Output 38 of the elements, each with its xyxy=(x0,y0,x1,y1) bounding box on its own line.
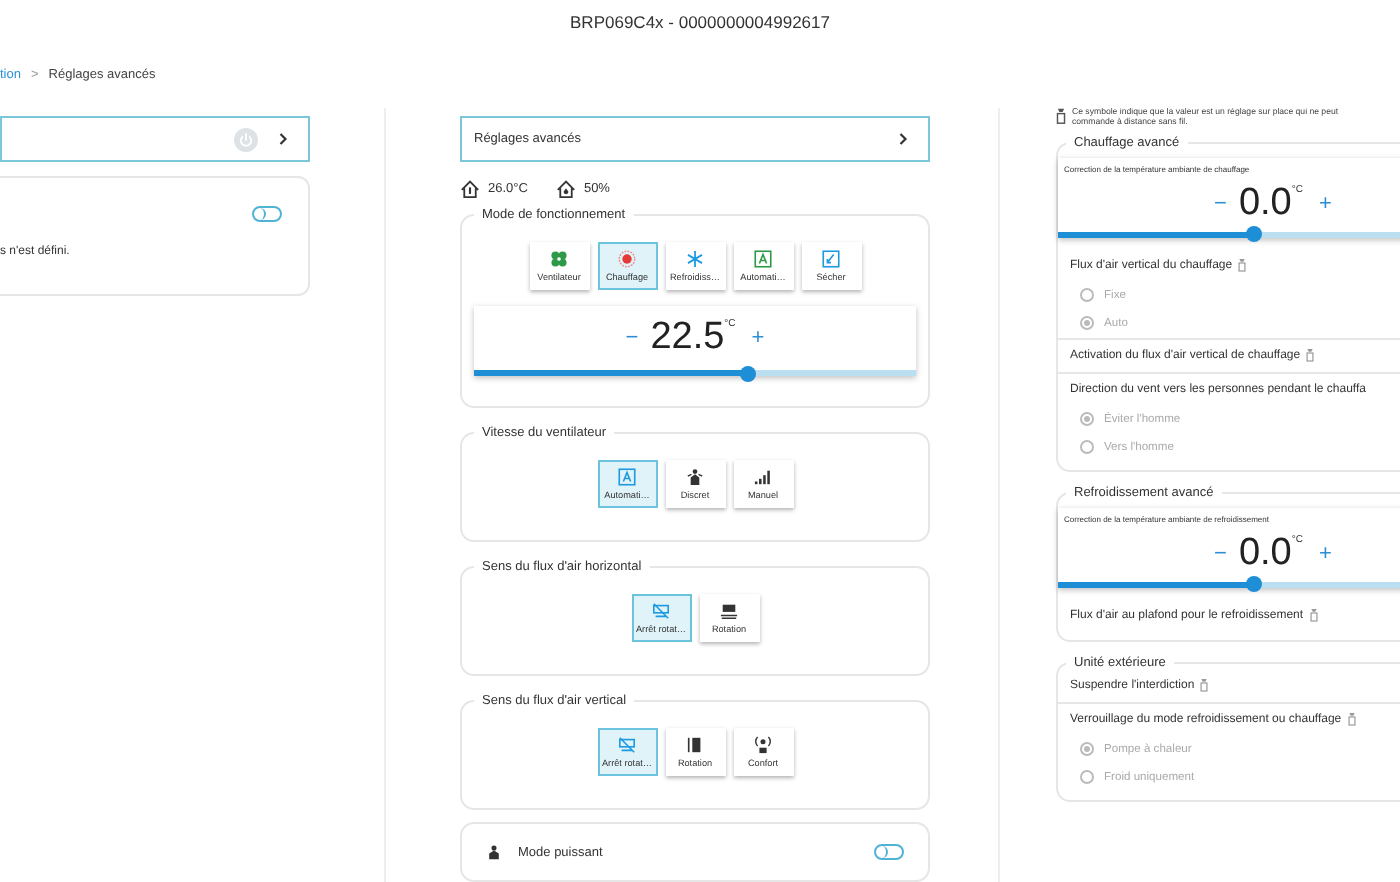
minus-button[interactable]: − xyxy=(1202,543,1239,566)
house-thermometer-icon xyxy=(460,180,480,198)
drop-box-icon xyxy=(822,250,840,268)
auto-mode-icon xyxy=(754,250,772,268)
correction-slider[interactable] xyxy=(1058,231,1400,238)
plus-button[interactable]: + xyxy=(739,328,777,350)
auto-mode-icon xyxy=(618,468,636,486)
device-icon xyxy=(1056,108,1066,124)
slider-thumb[interactable] xyxy=(1245,576,1262,593)
minus-button[interactable]: − xyxy=(613,328,651,350)
sun-icon xyxy=(618,250,636,268)
correction-slider[interactable] xyxy=(1058,581,1400,588)
slider-thumb[interactable] xyxy=(1245,226,1262,243)
louver-icon xyxy=(686,736,704,754)
fan-icon xyxy=(550,250,568,268)
chevron-right-icon xyxy=(278,132,288,146)
temperature-slider[interactable] xyxy=(474,370,916,376)
slider-thumb[interactable] xyxy=(740,365,757,381)
house-drop-icon xyxy=(555,180,576,198)
person-icon xyxy=(486,844,502,860)
minus-button[interactable]: − xyxy=(1202,193,1239,216)
toggle-switch[interactable] xyxy=(252,206,282,222)
swing-stop-icon xyxy=(652,602,670,620)
plus-button[interactable]: + xyxy=(1306,193,1344,216)
person-icon xyxy=(686,468,704,486)
toggle-switch[interactable] xyxy=(874,844,904,860)
settings-link-box[interactable] xyxy=(0,116,310,162)
signal-bars-icon xyxy=(754,468,772,486)
chevron-right-icon xyxy=(898,132,908,146)
person-waves-icon xyxy=(754,736,772,754)
setpoint-value: 0.0 xyxy=(1238,183,1292,222)
setpoint-value: 0.0 xyxy=(1238,533,1292,572)
snowflake-icon xyxy=(686,250,704,268)
setpoint-value: 22.5 xyxy=(650,318,725,356)
swing-stop-icon xyxy=(618,736,636,754)
plus-button[interactable]: + xyxy=(1306,543,1344,566)
device-title: BRP069C4x - 0000000004992617 xyxy=(568,10,832,36)
louver-icon xyxy=(720,602,738,620)
